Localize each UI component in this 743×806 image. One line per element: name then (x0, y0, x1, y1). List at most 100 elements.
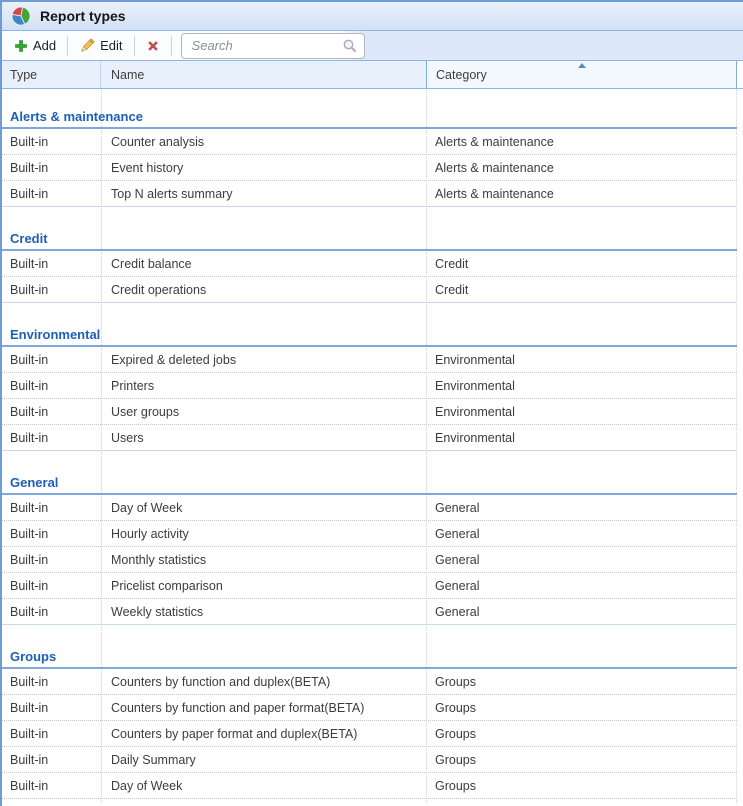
group-header: Environmental (2, 321, 737, 347)
cell-type: Built-in (2, 283, 101, 297)
toolbar: Add Edit (2, 31, 743, 61)
table-row[interactable]: Built-in Day of Week Groups (2, 773, 737, 799)
titlebar[interactable]: Report types (2, 2, 743, 31)
cell-name: Expired & deleted jobs (101, 353, 426, 367)
table-row[interactable]: Built-in Expired & deleted jobs Environm… (2, 347, 737, 373)
cell-type: Built-in (2, 579, 101, 593)
cell-category: General (426, 527, 737, 541)
cell-type: Built-in (2, 135, 101, 149)
group-gap (2, 451, 737, 469)
cell-name: Day of Week (101, 501, 426, 515)
table-row[interactable]: Built-in Counters by function and duplex… (2, 669, 737, 695)
group-header-label: Credit (10, 231, 48, 246)
table-row[interactable]: Built-in User groups Environmental (2, 399, 737, 425)
group-rows: Built-in Day of Week General Built-in Ho… (2, 495, 737, 625)
table-row[interactable]: Built-in Event history Alerts & maintena… (2, 155, 737, 181)
cell-name: Top N alerts summary (101, 187, 426, 201)
row-group: Environmental Built-in Expired & deleted… (2, 303, 737, 451)
cell-name: Users (101, 431, 426, 445)
table-row[interactable]: Built-in Daily Summary Groups (2, 747, 737, 773)
row-group: Groups Built-in Counters by function and… (2, 625, 737, 799)
cell-category: Groups (426, 675, 737, 689)
table-row[interactable]: Built-in Hourly activity General (2, 521, 737, 547)
cell-type: Built-in (2, 727, 101, 741)
group-gap (2, 303, 737, 321)
cell-category: Alerts & maintenance (426, 187, 737, 201)
group-rows: Built-in Credit balance Credit Built-in … (2, 251, 737, 303)
group-header: Credit (2, 225, 737, 251)
cell-category: Environmental (426, 353, 737, 367)
cell-name: Credit operations (101, 283, 426, 297)
delete-x-icon (146, 39, 160, 53)
table-row[interactable]: Built-in Credit balance Credit (2, 251, 737, 277)
cell-category: Groups (426, 779, 737, 793)
column-header-name[interactable]: Name (101, 61, 426, 88)
table-row[interactable]: Built-in Day of Week General (2, 495, 737, 521)
column-header-type[interactable]: Type (2, 61, 101, 88)
cell-category: Alerts & maintenance (426, 135, 737, 149)
search-input[interactable] (190, 37, 342, 54)
row-group: General Built-in Day of Week General Bui… (2, 451, 737, 625)
magnifier-icon[interactable] (342, 38, 358, 54)
cell-type: Built-in (2, 779, 101, 793)
pencil-icon (79, 38, 95, 54)
cell-type: Built-in (2, 257, 101, 271)
cell-type: Built-in (2, 553, 101, 567)
cell-name: Counters by function and duplex(BETA) (101, 675, 426, 689)
cell-name: Weekly statistics (101, 605, 426, 619)
table-row[interactable]: Built-in Top N alerts summary Alerts & m… (2, 181, 737, 207)
row-group: Alerts & maintenance Built-in Counter an… (2, 89, 737, 207)
toolbar-separator (134, 36, 135, 56)
cell-category: Groups (426, 727, 737, 741)
cell-type: Built-in (2, 379, 101, 393)
table-row[interactable]: Built-in Weekly statistics General (2, 599, 737, 625)
delete-button[interactable] (142, 37, 164, 55)
cell-category: Environmental (426, 431, 737, 445)
group-rows: Built-in Counters by function and duplex… (2, 669, 737, 799)
cell-category: Groups (426, 701, 737, 715)
table-row[interactable]: Built-in Counter analysis Alerts & maint… (2, 129, 737, 155)
cell-type: Built-in (2, 501, 101, 515)
cell-category: Credit (426, 283, 737, 297)
table-row[interactable]: Built-in Pricelist comparison General (2, 573, 737, 599)
grid-body: Alerts & maintenance Built-in Counter an… (2, 89, 743, 803)
toolbar-separator (67, 36, 68, 56)
cell-type: Built-in (2, 675, 101, 689)
group-header-label: Environmental (10, 327, 100, 342)
cell-name: Monthly statistics (101, 553, 426, 567)
add-button[interactable]: Add (10, 36, 60, 55)
grid-header: Type Name Category (2, 61, 743, 89)
column-header-type-label: Type (10, 68, 37, 82)
table-row[interactable]: Built-in Users Environmental (2, 425, 737, 451)
cell-type: Built-in (2, 753, 101, 767)
table-row[interactable]: Built-in Counters by function and paper … (2, 695, 737, 721)
group-header: Groups (2, 643, 737, 669)
plus-icon (14, 39, 28, 53)
cell-type: Built-in (2, 353, 101, 367)
table-row[interactable]: Built-in Credit operations Credit (2, 277, 737, 303)
sort-ascending-icon (578, 63, 586, 68)
cell-type: Built-in (2, 161, 101, 175)
cell-name: Hourly activity (101, 527, 426, 541)
cell-category: Credit (426, 257, 737, 271)
table-row[interactable]: Built-in Counters by paper format and du… (2, 721, 737, 747)
cell-name: Event history (101, 161, 426, 175)
edit-button[interactable]: Edit (75, 36, 126, 56)
group-header: General (2, 469, 737, 495)
table-row[interactable]: Built-in Printers Environmental (2, 373, 737, 399)
cell-name: Daily Summary (101, 753, 426, 767)
group-header-label: General (10, 475, 58, 490)
window-title: Report types (40, 8, 126, 24)
cell-type: Built-in (2, 431, 101, 445)
cell-category: Environmental (426, 379, 737, 393)
cell-name: Counter analysis (101, 135, 426, 149)
add-button-label: Add (33, 38, 56, 53)
group-gap (2, 625, 737, 643)
row-group: Credit Built-in Credit balance Credit Bu… (2, 207, 737, 303)
column-header-category[interactable]: Category (426, 61, 737, 88)
column-header-category-label: Category (436, 68, 487, 82)
cell-name: Counters by function and paper format(BE… (101, 701, 426, 715)
table-row[interactable]: Built-in Monthly statistics General (2, 547, 737, 573)
group-header-label: Groups (10, 649, 56, 664)
cell-name: Day of Week (101, 779, 426, 793)
